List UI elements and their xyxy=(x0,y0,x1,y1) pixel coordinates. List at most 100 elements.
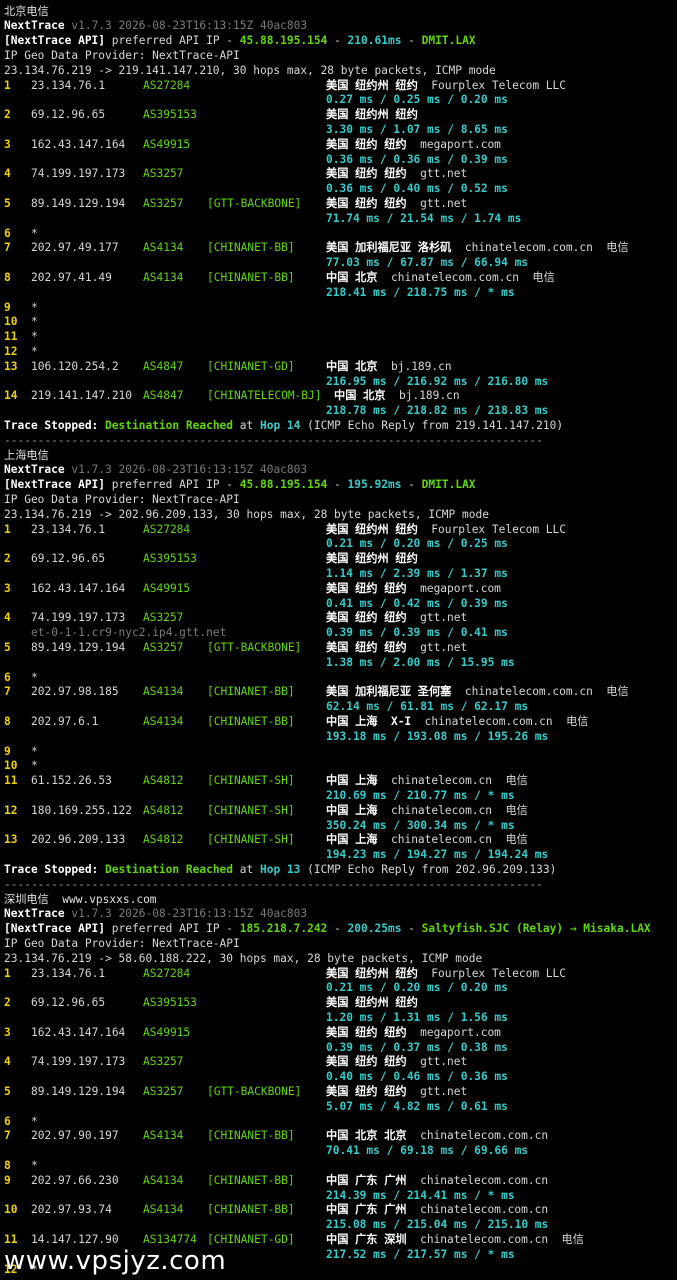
hop-ip: 202.97.49.177 xyxy=(31,241,119,255)
api-dash: - xyxy=(327,34,348,48)
hop-latency: 215.08 ms / 215.04 ms / 215.10 ms xyxy=(326,1218,549,1232)
section-title: 北京电信 xyxy=(4,4,49,18)
hop-number: 2 xyxy=(4,108,11,122)
hop-geo-group: 美国 纽约 纽约 gtt.net xyxy=(326,641,467,656)
hop-number: 1 xyxy=(4,522,11,536)
hop-org: gtt.net xyxy=(420,1084,468,1098)
section-title-line: 上海电信 xyxy=(4,449,49,464)
api-line: [NextTrace API] preferred API IP - 45.88… xyxy=(4,478,476,493)
hop-latency: 210.69 ms / 210.77 ms / * ms xyxy=(326,788,515,802)
hop-asn: AS27284 xyxy=(143,522,191,536)
hop-geo-group: 美国 纽约 纽约 megaport.com xyxy=(326,1026,501,1041)
hop-asn: AS4134 xyxy=(143,270,184,284)
hop-asn: AS49915 xyxy=(143,1025,191,1039)
hop-number: 5 xyxy=(4,1084,11,1098)
hop-ip: 89.149.129.194 xyxy=(31,640,126,654)
hop-geo-group: 中国 北京 北京 chinatelecom.com.cn xyxy=(326,1129,548,1144)
hop-geo-group: 中国 广东 广州 chinatelecom.com.cn xyxy=(326,1174,548,1189)
bottom-watermark: www.vpsjyz.com xyxy=(4,1246,227,1276)
hop-number: 7 xyxy=(4,685,11,699)
section-title: 深圳电信 xyxy=(4,892,49,906)
hop-number: 6 xyxy=(4,226,11,240)
hop-latency: 218.78 ms / 218.82 ms / 218.83 ms xyxy=(326,404,549,418)
hop-geo-group: 美国 纽约 纽约 megaport.com xyxy=(326,138,501,153)
hop-latency: 62.14 ms / 61.81 ms / 62.17 ms xyxy=(326,700,529,714)
reached-label: Destination Reached xyxy=(105,418,234,432)
hop-tag: [CHINANET-BB] xyxy=(207,685,295,699)
hop-geo: 中国 北京 xyxy=(326,270,378,284)
hop-geo-group: 美国 纽约州 纽约 Fourplex Telecom LLC xyxy=(326,79,566,94)
api-dash: - xyxy=(401,922,422,936)
hop-asn: AS395153 xyxy=(143,108,197,122)
hop-number: 1 xyxy=(4,78,11,92)
hop-geo-group: 美国 纽约 纽约 gtt.net xyxy=(326,1085,467,1100)
hop-latency: 1.38 ms / 2.00 ms / 15.95 ms xyxy=(326,655,515,669)
hop-tag: [CHINANET-SH] xyxy=(207,833,295,847)
hop-geo-group: 美国 纽约州 纽约 xyxy=(326,108,418,123)
hop-ip: * xyxy=(31,744,38,758)
version-line: NextTrace v1.7.3 2026-08-23T16:13:15Z 40… xyxy=(4,463,307,478)
hop-asn: AS4812 xyxy=(143,803,184,817)
hop-geo: 美国 加利福尼亚 圣何塞 xyxy=(326,685,452,699)
hop-ip: 61.152.26.53 xyxy=(31,774,112,788)
hop-number: 8 xyxy=(4,270,11,284)
stop-hop: Hop 14 xyxy=(259,418,301,432)
separator: ----------------------------------------… xyxy=(4,877,543,891)
hop-geo: 美国 纽约 纽约 xyxy=(326,611,407,625)
hop-geo: 美国 纽约 纽约 xyxy=(326,1084,407,1098)
hop-geo: 美国 纽约州 纽约 xyxy=(326,78,418,92)
brand-name: NextTrace xyxy=(4,19,65,33)
hop-latency: 0.21 ms / 0.20 ms / 0.25 ms xyxy=(326,537,508,551)
hop-org: bj.189.cn xyxy=(398,389,460,403)
hop-number: 11 xyxy=(4,774,18,788)
hop-number: 3 xyxy=(4,581,11,595)
hop-geo: 美国 纽约州 纽约 xyxy=(326,522,418,536)
hop-geo: 中国 北京 xyxy=(334,389,386,403)
hop-geo-group: 美国 纽约 纽约 megaport.com xyxy=(326,582,501,597)
api-rtt: 200.25ms xyxy=(347,922,402,936)
hop-latency: 0.40 ms / 0.46 ms / 0.36 ms xyxy=(326,1070,508,1084)
hop-ip: 23.134.76.1 xyxy=(31,522,106,536)
hop-number: 3 xyxy=(4,1025,11,1039)
hop-latency: 216.95 ms / 216.92 ms / 216.80 ms xyxy=(326,374,549,388)
hop-geo-group: 美国 加利福尼亚 圣何塞 chinatelecom.com.cn 电信 xyxy=(326,685,629,700)
hop-asn: AS3257 xyxy=(143,640,184,654)
hop-geo-group: 中国 上海 X-I chinatelecom.com.cn 电信 xyxy=(326,715,588,730)
hop-tag: [CHINANET-BB] xyxy=(207,241,295,255)
hop-asn: AS3257 xyxy=(143,1084,184,1098)
hop-asn: AS4134 xyxy=(143,241,184,255)
route-summary: 23.134.76.219 -> 202.96.209.133, 30 hops… xyxy=(4,507,489,521)
hop-ip: 69.12.96.65 xyxy=(31,108,106,122)
api-rtt: 210.61ms xyxy=(347,34,402,48)
reached-label: Destination Reached xyxy=(105,862,234,876)
hop-number: 4 xyxy=(4,611,11,625)
hop-number: 2 xyxy=(4,552,11,566)
stopped-label: Trace Stopped: xyxy=(4,418,99,432)
hop-ip: 69.12.96.65 xyxy=(31,996,106,1010)
hop-tag: [CHINANET-SH] xyxy=(207,803,295,817)
hop-geo-group: 美国 加利福尼亚 洛杉矶 chinatelecom.com.cn 电信 xyxy=(326,241,629,256)
hop-geo: 中国 上海 X-I xyxy=(326,714,412,728)
hop-number: 7 xyxy=(4,241,11,255)
hop-latency: 1.14 ms / 2.39 ms / 1.37 ms xyxy=(326,566,508,580)
hop-asn: AS49915 xyxy=(143,137,191,151)
hop-ip: 23.134.76.1 xyxy=(31,966,106,980)
hop-asn: AS27284 xyxy=(143,966,191,980)
hop-asn: AS4134 xyxy=(143,685,184,699)
hop-ip: * xyxy=(31,330,38,344)
provider-line: IP Geo Data Provider: NextTrace-API xyxy=(4,493,240,508)
hop-asn: AS395153 xyxy=(143,996,197,1010)
hop-ip: 106.120.254.2 xyxy=(31,359,119,373)
hop-latency: 0.36 ms / 0.36 ms / 0.39 ms xyxy=(326,152,508,166)
hop-org: chinatelecom.cn 电信 xyxy=(390,774,528,788)
hop-ip: * xyxy=(31,300,38,314)
hop-asn: AS4134 xyxy=(143,1203,184,1217)
hop-tag: [CHINANET-BB] xyxy=(207,1129,295,1143)
hop-asn: AS395153 xyxy=(143,552,197,566)
hop-number: 14 xyxy=(4,389,18,403)
hop-ip: 202.97.98.185 xyxy=(31,685,119,699)
api-mid: preferred API IP - xyxy=(105,922,240,936)
hop-ip: * xyxy=(31,1114,38,1128)
hop-number: 5 xyxy=(4,640,11,654)
api-mid: preferred API IP - xyxy=(105,34,240,48)
